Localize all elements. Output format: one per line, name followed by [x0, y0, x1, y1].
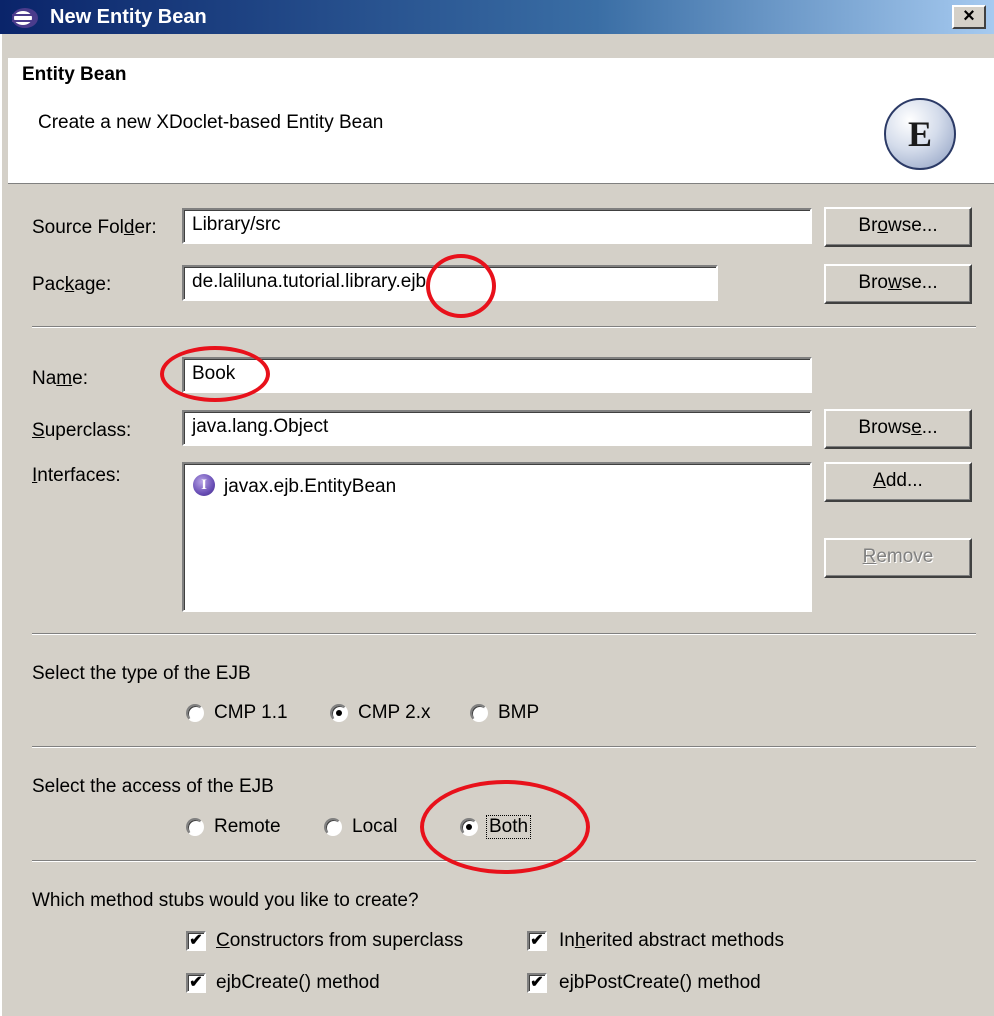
name-field[interactable]: Book	[182, 357, 812, 393]
checkbox-constructors-label[interactable]: Constructors from superclass	[216, 930, 463, 952]
checkbox-ejb-create[interactable]: ✔	[186, 973, 206, 993]
radio-remote[interactable]	[186, 818, 204, 836]
radio-cmp-2-x-label[interactable]: CMP 2.x	[358, 702, 431, 724]
superclass-field[interactable]: java.lang.Object	[182, 410, 812, 446]
package-field[interactable]: de.laliluna.tutorial.library.ejb	[182, 265, 718, 301]
radio-cmp-1-1-label[interactable]: CMP 1.1	[214, 702, 288, 724]
method-stubs-label: Which method stubs would you like to cre…	[32, 890, 419, 911]
close-icon: ×	[963, 5, 975, 27]
eclipse-icon	[12, 8, 38, 28]
checkbox-inherited-abstract[interactable]: ✔	[527, 931, 547, 951]
radio-local[interactable]	[324, 818, 342, 836]
window-frame-top	[0, 34, 994, 58]
source-folder-field[interactable]: Library/src	[182, 208, 812, 244]
window-frame-left	[0, 34, 8, 1016]
checkbox-inherited-abstract-label[interactable]: Inherited abstract methods	[559, 930, 784, 952]
superclass-label: Superclass:	[32, 420, 132, 441]
window-title: New Entity Bean	[50, 6, 207, 28]
separator	[32, 746, 976, 748]
package-browse-button[interactable]: Browse...	[824, 264, 972, 304]
radio-bmp-label[interactable]: BMP	[498, 702, 539, 724]
separator	[32, 633, 976, 635]
ejb-access-label: Select the access of the EJB	[32, 776, 274, 797]
source-folder-browse-button[interactable]: Browse...	[824, 207, 972, 247]
checkbox-ejb-post-create[interactable]: ✔	[527, 973, 547, 993]
radio-both[interactable]	[460, 818, 478, 836]
radio-remote-label[interactable]: Remote	[214, 816, 281, 838]
superclass-browse-button[interactable]: Browse...	[824, 409, 972, 449]
source-folder-label: Source Folder:	[32, 217, 157, 238]
close-button[interactable]: ×	[952, 5, 986, 29]
package-label: Package:	[32, 274, 112, 295]
separator	[32, 326, 976, 328]
checkbox-constructors[interactable]: ✔	[186, 931, 206, 951]
remove-interface-button[interactable]: Remove	[824, 538, 972, 578]
wizard-title: Entity Bean	[22, 64, 127, 85]
interfaces-label: Interfaces:	[32, 465, 121, 486]
separator	[32, 860, 976, 862]
add-interface-button[interactable]: Add...	[824, 462, 972, 502]
radio-bmp[interactable]	[470, 704, 488, 722]
entity-bean-badge-icon: E	[884, 98, 956, 170]
interface-icon: I	[193, 474, 215, 496]
ejb-type-label: Select the type of the EJB	[32, 663, 251, 684]
name-label: Name:	[32, 368, 88, 389]
radio-cmp-1-1[interactable]	[186, 704, 204, 722]
radio-local-label[interactable]: Local	[352, 816, 397, 838]
interface-list-item[interactable]: javax.ejb.EntityBean	[224, 476, 396, 498]
checkbox-ejb-create-label[interactable]: ejbCreate() method	[216, 972, 380, 994]
checkbox-ejb-post-create-label[interactable]: ejbPostCreate() method	[559, 972, 761, 994]
radio-both-label[interactable]: Both	[486, 815, 532, 839]
radio-cmp-2-x[interactable]	[330, 704, 348, 722]
wizard-description: Create a new XDoclet-based Entity Bean	[38, 112, 384, 133]
